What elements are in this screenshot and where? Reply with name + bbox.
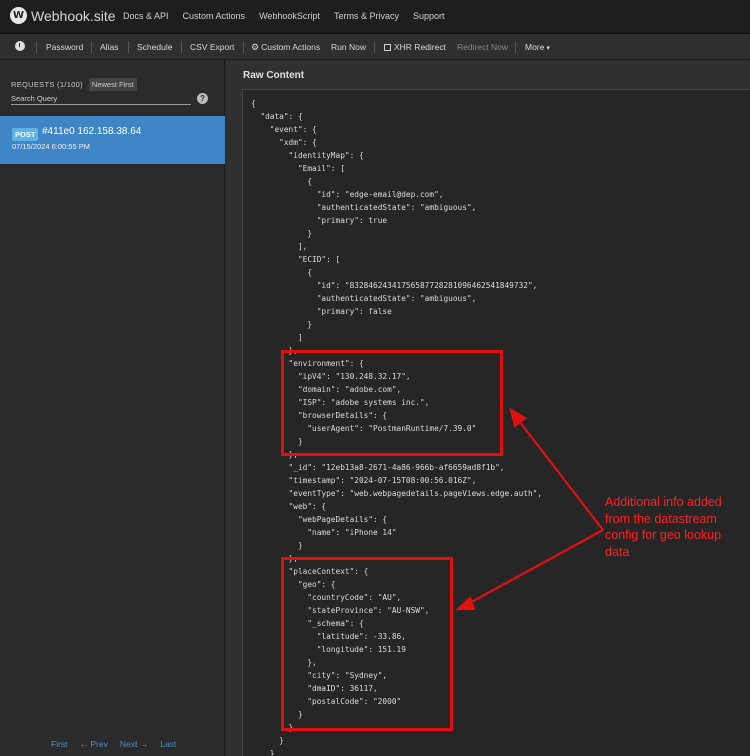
xhr-redirect-toggle[interactable]: XHR Redirect: [384, 42, 446, 52]
clock-icon[interactable]: [15, 41, 25, 51]
xhr-redirect-label: XHR Redirect: [394, 42, 446, 52]
raw-content-heading: Raw Content: [243, 70, 305, 81]
requests-title: REQUESTS (1/100): [11, 80, 83, 89]
toolbar: Password Alias Schedule CSV Export ⚙ Cust…: [0, 34, 750, 60]
request-id-ip: #411e0 162.158.38.64: [42, 126, 142, 137]
requests-sidebar: REQUESTS (1/100) Newest First ? POST #41…: [0, 60, 225, 756]
redirect-now-button[interactable]: Redirect Now: [457, 42, 508, 52]
nav-links: Docs & API Custom Actions WebhookScript …: [123, 11, 444, 21]
custom-actions-label: Custom Actions: [261, 42, 321, 52]
gear-icon: ⚙: [251, 42, 260, 52]
pager-prev-link[interactable]: ← Prev: [80, 739, 108, 749]
toolbar-divider: [515, 41, 516, 53]
requests-header: REQUESTS (1/100) Newest First: [11, 78, 137, 91]
pager-last-link[interactable]: Last: [160, 739, 176, 749]
search-input[interactable]: [11, 93, 191, 105]
schedule-button[interactable]: Schedule: [137, 42, 172, 52]
pager-next-link[interactable]: Next →: [120, 739, 148, 749]
toolbar-divider: [181, 41, 182, 53]
pager-first-link[interactable]: First: [51, 739, 68, 749]
top-navbar: W Webhook.site Docs & API Custom Actions…: [0, 0, 750, 34]
help-icon[interactable]: ?: [197, 93, 208, 104]
toolbar-divider: [91, 41, 92, 53]
custom-actions-button[interactable]: ⚙ Custom Actions: [251, 42, 320, 53]
place-context-highlight-box: [281, 557, 453, 731]
nav-link-webhookscript[interactable]: WebhookScript: [259, 11, 320, 21]
nav-link-custom-actions[interactable]: Custom Actions: [183, 11, 246, 21]
toolbar-divider: [128, 41, 129, 53]
nav-link-terms[interactable]: Terms & Privacy: [334, 11, 399, 21]
request-timestamp: 07/15/2024 6:00:55 PM: [12, 142, 90, 151]
brand[interactable]: W Webhook.site: [10, 7, 116, 24]
caret-down-icon: ▾: [546, 45, 550, 52]
sort-order-button[interactable]: Newest First: [88, 78, 137, 91]
environment-highlight-box: [281, 350, 503, 456]
brand-name: Webhook.site: [31, 7, 116, 24]
run-now-button[interactable]: Run Now: [331, 42, 366, 52]
toolbar-divider: [243, 41, 244, 53]
toolbar-divider: [374, 41, 375, 53]
more-menu-button[interactable]: More ▾: [525, 42, 550, 52]
alias-button[interactable]: Alias: [100, 42, 118, 52]
csv-export-button[interactable]: CSV Export: [190, 42, 234, 52]
nav-link-docs[interactable]: Docs & API: [123, 11, 169, 21]
method-badge: POST: [12, 128, 39, 141]
pagination: First ← Prev Next → Last: [51, 739, 176, 749]
password-button[interactable]: Password: [46, 42, 83, 52]
checkbox-icon: [384, 44, 391, 51]
nav-link-support[interactable]: Support: [413, 11, 445, 21]
webhook-logo-icon: W: [10, 7, 27, 24]
toolbar-divider: [36, 41, 37, 53]
more-label: More: [525, 42, 545, 52]
annotation-note: Additional info added from the datastrea…: [605, 495, 722, 559]
request-list-item[interactable]: POST #411e0 162.158.38.64 07/15/2024 6:0…: [0, 116, 225, 164]
